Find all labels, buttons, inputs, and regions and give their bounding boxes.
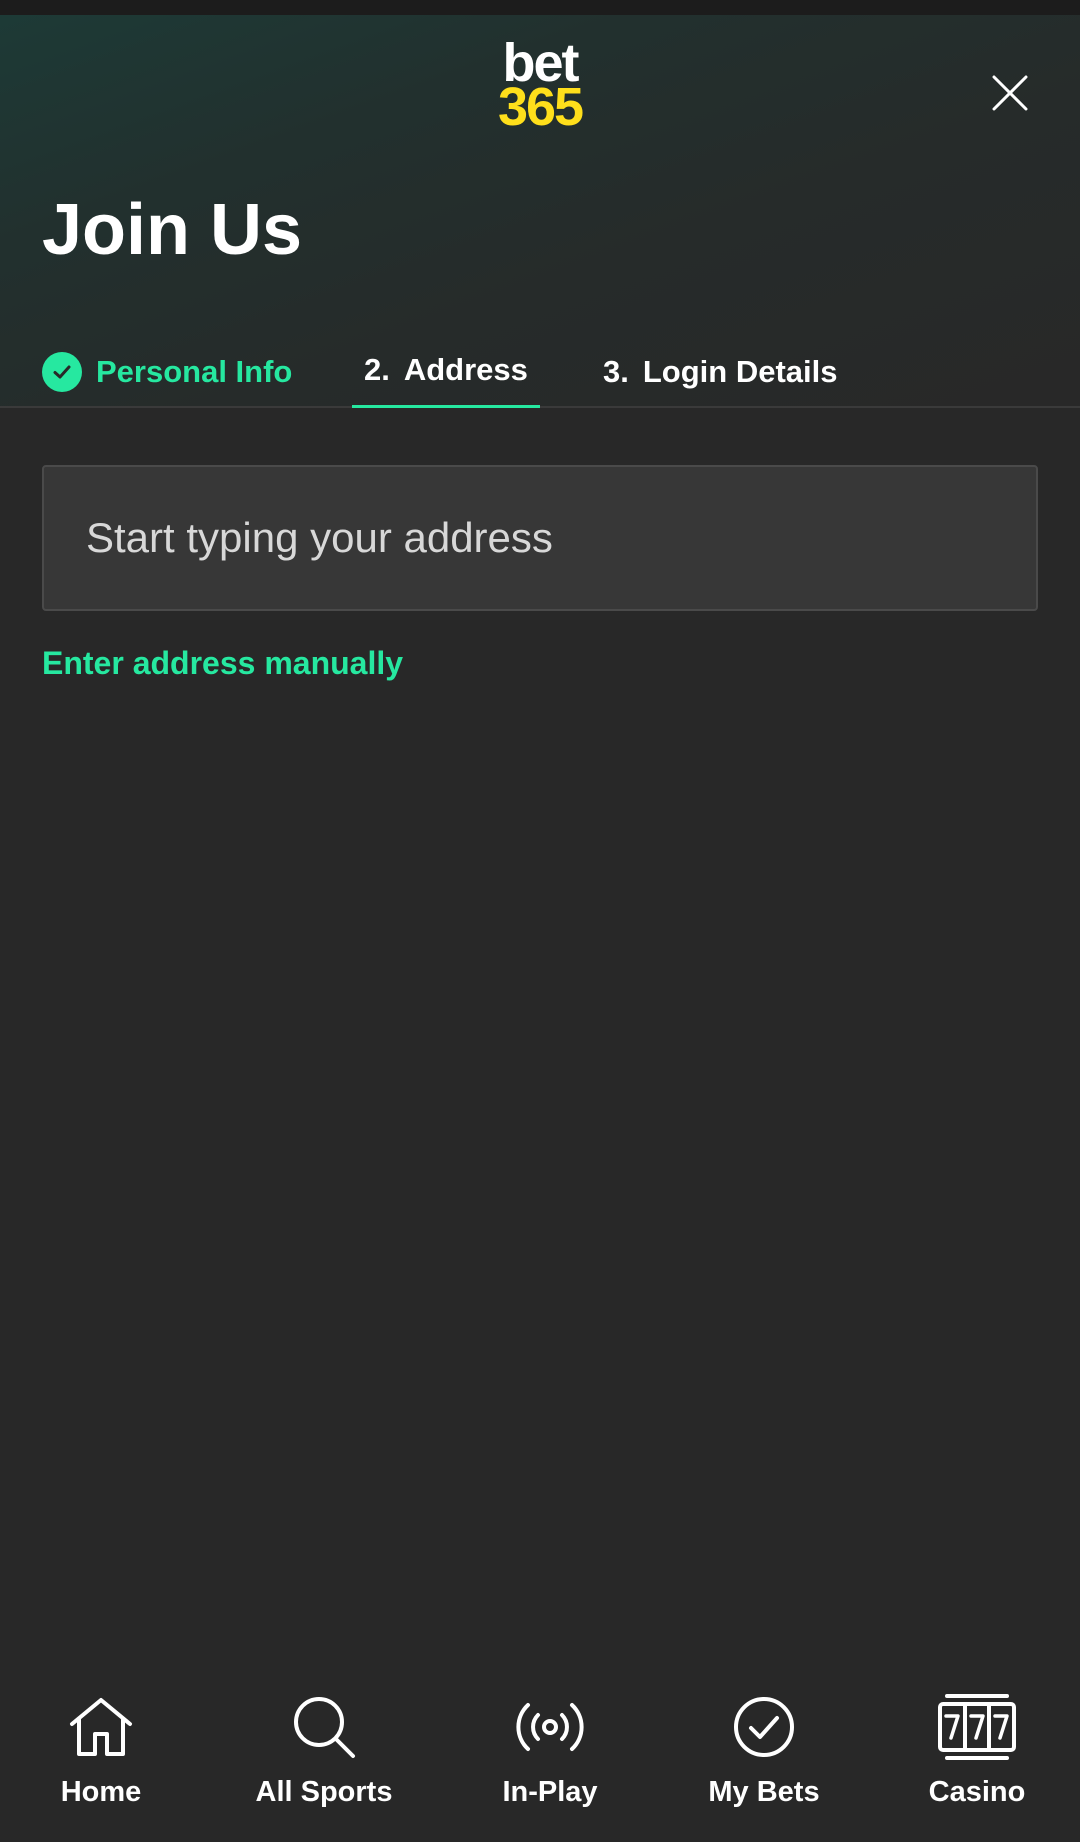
step-personal-info[interactable]: Personal Info [42,335,292,408]
header: bet 365 Join Us Personal Info 2. Address… [0,15,1080,408]
step-label: Address [403,352,528,387]
close-icon [992,75,1028,111]
enter-address-manually-link[interactable]: Enter address manually [42,645,403,682]
search-icon [294,1697,355,1758]
nav-my-bets[interactable]: My Bets [664,1668,864,1842]
step-address[interactable]: 2. Address [352,335,540,408]
nav-casino[interactable]: Casino [877,1668,1077,1842]
check-circle-icon [734,1697,794,1757]
registration-steps: Personal Info 2. Address 3. Login Detail… [0,335,1080,408]
bottom-navigation: Home All Sports In-Play My Bets Casino [0,1668,1080,1842]
step-number: 2. [364,352,390,387]
nav-label: Casino [928,1776,1026,1808]
step-label: Personal Info [96,353,293,389]
step-number: 3. [603,353,629,389]
check-circle-icon [42,351,82,392]
slot-machine-icon [938,1694,1016,1760]
home-icon [70,1698,132,1756]
nav-label: In-Play [502,1776,598,1808]
nav-all-sports[interactable]: All Sports [224,1668,424,1842]
broadcast-icon [516,1703,584,1751]
status-bar [0,0,1080,15]
address-search-input[interactable] [42,465,1038,611]
logo-text-bottom: 365 [497,77,584,137]
step-label: Login Details [642,353,838,389]
step-login-details[interactable]: 3. Login Details [603,335,838,408]
nav-label: All Sports [255,1776,393,1808]
close-button[interactable] [982,65,1038,121]
page-title: Join Us [42,190,303,270]
bet365-logo: bet 365 [0,36,1080,137]
nav-in-play[interactable]: In-Play [450,1668,650,1842]
nav-label: Home [60,1776,142,1808]
nav-label: My Bets [708,1776,820,1808]
nav-home[interactable]: Home [1,1668,201,1842]
